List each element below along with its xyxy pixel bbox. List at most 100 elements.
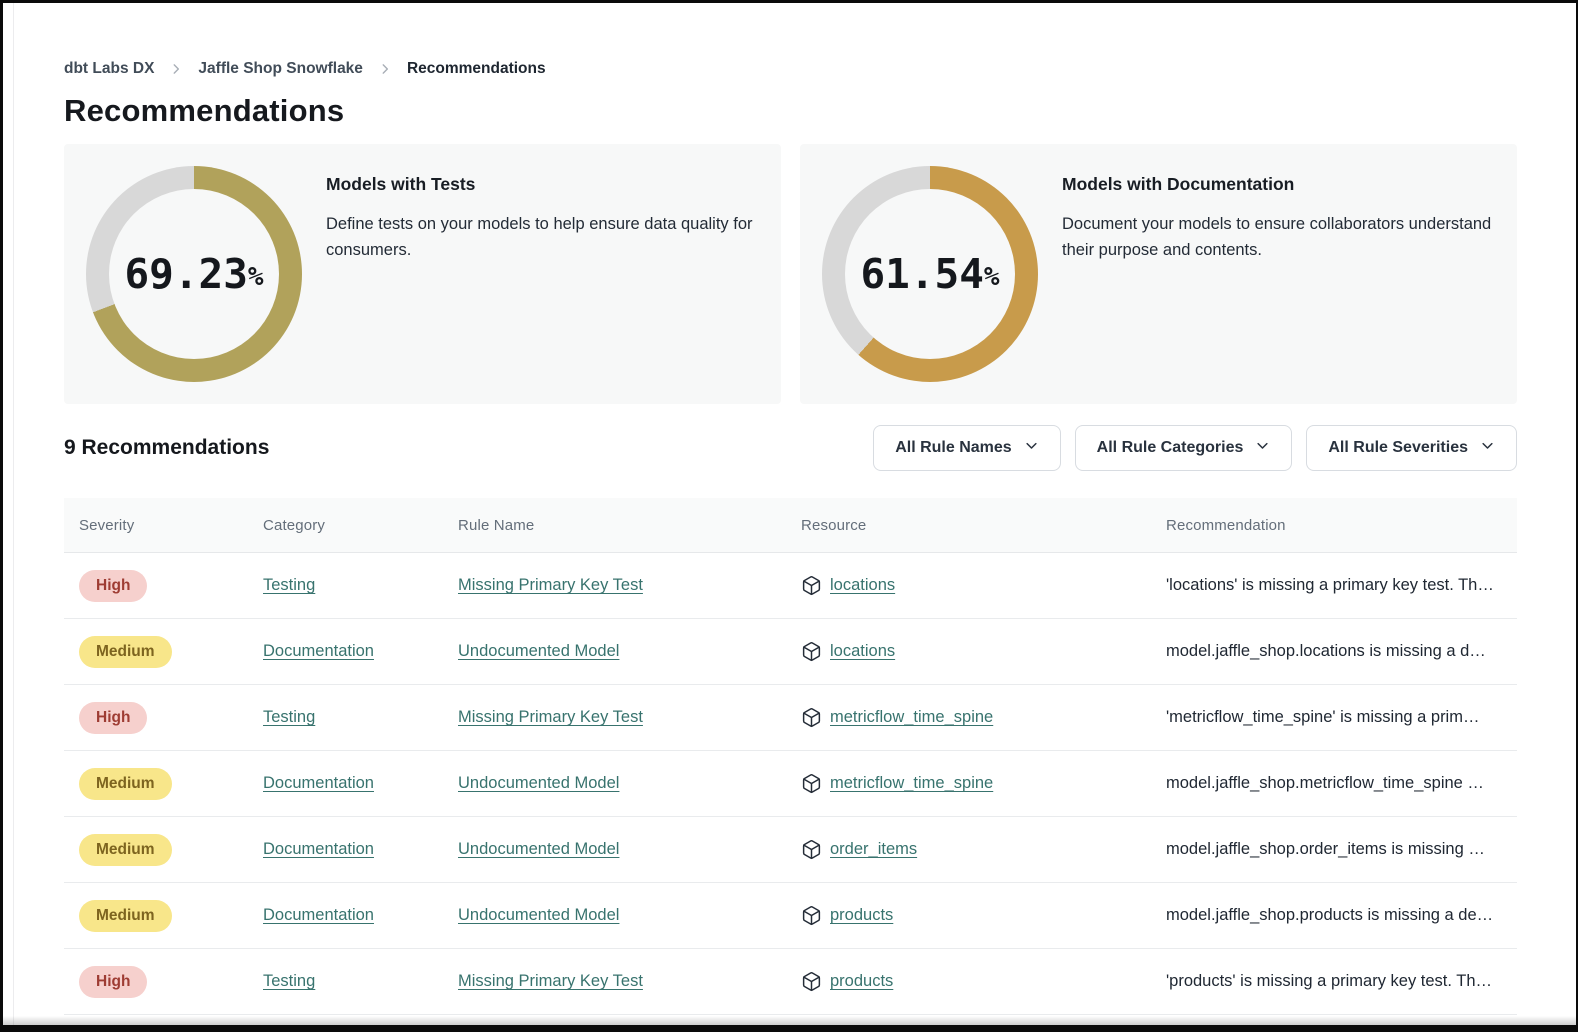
chevron-down-icon bbox=[1024, 438, 1039, 458]
severity-cell: Medium bbox=[79, 768, 263, 800]
severity-badge: High bbox=[79, 570, 147, 602]
stat-cards: 69.23% Models with Tests Define tests on… bbox=[64, 144, 1517, 404]
column-header-category: Category bbox=[263, 517, 458, 534]
donut-percentage: 61.54% bbox=[822, 166, 1038, 382]
category-link[interactable]: Documentation bbox=[263, 774, 374, 792]
donut-percentage: 69.23% bbox=[86, 166, 302, 382]
severity-badge: Medium bbox=[79, 768, 172, 800]
model-cube-icon bbox=[801, 839, 822, 860]
category-link[interactable]: Documentation bbox=[263, 906, 374, 924]
column-header-severity: Severity bbox=[79, 517, 263, 534]
resource-link[interactable]: metricflow_time_spine bbox=[830, 774, 993, 793]
stat-card-models-with-tests: 69.23% Models with Tests Define tests on… bbox=[64, 144, 781, 404]
category-cell: Testing bbox=[263, 972, 458, 991]
model-cube-icon bbox=[801, 773, 822, 794]
category-link[interactable]: Testing bbox=[263, 972, 315, 990]
column-header-rule-name: Rule Name bbox=[458, 517, 801, 534]
severity-badge: High bbox=[79, 966, 147, 998]
recommendation-text: 'products' is missing a primary key test… bbox=[1166, 972, 1517, 991]
donut-chart-documentation: 61.54% bbox=[822, 166, 1038, 382]
bottom-edge-shadow bbox=[3, 1016, 1576, 1025]
breadcrumb: dbt Labs DX Jaffle Shop Snowflake Recomm… bbox=[64, 60, 1517, 78]
recommendation-text: 'metricflow_time_spine' is missing a pri… bbox=[1166, 708, 1517, 727]
model-cube-icon bbox=[801, 707, 822, 728]
model-cube-icon bbox=[801, 575, 822, 596]
chevron-right-icon bbox=[378, 62, 392, 76]
resource-cell: products bbox=[801, 971, 1166, 992]
category-cell: Documentation bbox=[263, 774, 458, 793]
rule-name-cell: Undocumented Model bbox=[458, 906, 801, 925]
filter-rule-severities[interactable]: All Rule Severities bbox=[1306, 425, 1517, 471]
resource-link[interactable]: products bbox=[830, 972, 893, 991]
table-row: Medium Documentation Undocumented Model loc… bbox=[64, 619, 1517, 685]
category-cell: Documentation bbox=[263, 642, 458, 661]
breadcrumb-item-current: Recommendations bbox=[407, 60, 546, 78]
model-cube-icon bbox=[801, 905, 822, 926]
column-header-resource: Resource bbox=[801, 517, 1166, 534]
chevron-down-icon bbox=[1480, 438, 1495, 458]
donut-chart-tests: 69.23% bbox=[86, 166, 302, 382]
table-row: High Testing Missing Primary Key Test locat… bbox=[64, 553, 1517, 619]
filter-rule-categories[interactable]: All Rule Categories bbox=[1075, 425, 1293, 471]
resource-cell: locations bbox=[801, 575, 1166, 596]
rule-name-cell: Undocumented Model bbox=[458, 840, 801, 859]
breadcrumb-item-account[interactable]: dbt Labs DX bbox=[64, 60, 154, 78]
table-row: Medium Documentation Undocumented Model met… bbox=[64, 751, 1517, 817]
table-row: High Testing Missing Primary Key Test produ… bbox=[64, 949, 1517, 1015]
recommendations-table: Severity Category Rule Name Resource Rec… bbox=[64, 498, 1517, 1015]
severity-badge: Medium bbox=[79, 900, 172, 932]
chevron-down-icon bbox=[1255, 438, 1270, 458]
rule-name-link[interactable]: Undocumented Model bbox=[458, 642, 619, 660]
chevron-right-icon bbox=[169, 62, 183, 76]
rule-name-link[interactable]: Undocumented Model bbox=[458, 774, 619, 792]
severity-badge: Medium bbox=[79, 834, 172, 866]
severity-cell: Medium bbox=[79, 834, 263, 866]
table-body: High Testing Missing Primary Key Test locat… bbox=[64, 553, 1517, 1015]
category-link[interactable]: Documentation bbox=[263, 840, 374, 858]
category-cell: Documentation bbox=[263, 906, 458, 925]
category-link[interactable]: Testing bbox=[263, 576, 315, 594]
card-description: Document your models to ensure collabora… bbox=[1062, 211, 1495, 263]
card-title: Models with Tests bbox=[326, 174, 759, 195]
recommendation-text: model.jaffle_shop.products is missing a … bbox=[1166, 906, 1517, 925]
resource-cell: metricflow_time_spine bbox=[801, 707, 1166, 728]
model-cube-icon bbox=[801, 641, 822, 662]
category-link[interactable]: Testing bbox=[263, 708, 315, 726]
resource-cell: products bbox=[801, 905, 1166, 926]
resource-cell: metricflow_time_spine bbox=[801, 773, 1166, 794]
recommendation-text: model.jaffle_shop.locations is missing a… bbox=[1166, 642, 1517, 661]
resource-link[interactable]: locations bbox=[830, 642, 895, 661]
rule-name-link[interactable]: Missing Primary Key Test bbox=[458, 576, 643, 594]
resource-link[interactable]: metricflow_time_spine bbox=[830, 708, 993, 727]
rule-name-link[interactable]: Undocumented Model bbox=[458, 906, 619, 924]
severity-badge: High bbox=[79, 702, 147, 734]
rule-name-link[interactable]: Missing Primary Key Test bbox=[458, 708, 643, 726]
column-header-recommendation: Recommendation bbox=[1166, 517, 1517, 534]
page-title: Recommendations bbox=[64, 93, 1517, 129]
breadcrumb-item-project[interactable]: Jaffle Shop Snowflake bbox=[198, 60, 363, 78]
category-link[interactable]: Documentation bbox=[263, 642, 374, 660]
rule-name-link[interactable]: Missing Primary Key Test bbox=[458, 972, 643, 990]
model-cube-icon bbox=[801, 971, 822, 992]
recommendation-text: model.jaffle_shop.metricflow_time_spine … bbox=[1166, 774, 1517, 793]
severity-cell: Medium bbox=[79, 636, 263, 668]
severity-badge: Medium bbox=[79, 636, 172, 668]
resource-link[interactable]: locations bbox=[830, 576, 895, 595]
rule-name-link[interactable]: Undocumented Model bbox=[458, 840, 619, 858]
rule-name-cell: Missing Primary Key Test bbox=[458, 708, 801, 727]
rule-name-cell: Missing Primary Key Test bbox=[458, 576, 801, 595]
recommendations-count: 9 Recommendations bbox=[64, 436, 269, 460]
rule-name-cell: Missing Primary Key Test bbox=[458, 972, 801, 991]
category-cell: Testing bbox=[263, 708, 458, 727]
filter-rule-names[interactable]: All Rule Names bbox=[873, 425, 1060, 471]
app-window: dbt Labs DX Jaffle Shop Snowflake Recomm… bbox=[3, 3, 1576, 1025]
table-header: Severity Category Rule Name Resource Rec… bbox=[64, 498, 1517, 553]
filter-bar: All Rule Names All Rule Categories All R… bbox=[873, 425, 1517, 471]
severity-cell: High bbox=[79, 570, 263, 602]
severity-cell: High bbox=[79, 966, 263, 998]
table-row: High Testing Missing Primary Key Test metri… bbox=[64, 685, 1517, 751]
card-title: Models with Documentation bbox=[1062, 174, 1495, 195]
resource-link[interactable]: order_items bbox=[830, 840, 917, 859]
resource-link[interactable]: products bbox=[830, 906, 893, 925]
rule-name-cell: Undocumented Model bbox=[458, 642, 801, 661]
